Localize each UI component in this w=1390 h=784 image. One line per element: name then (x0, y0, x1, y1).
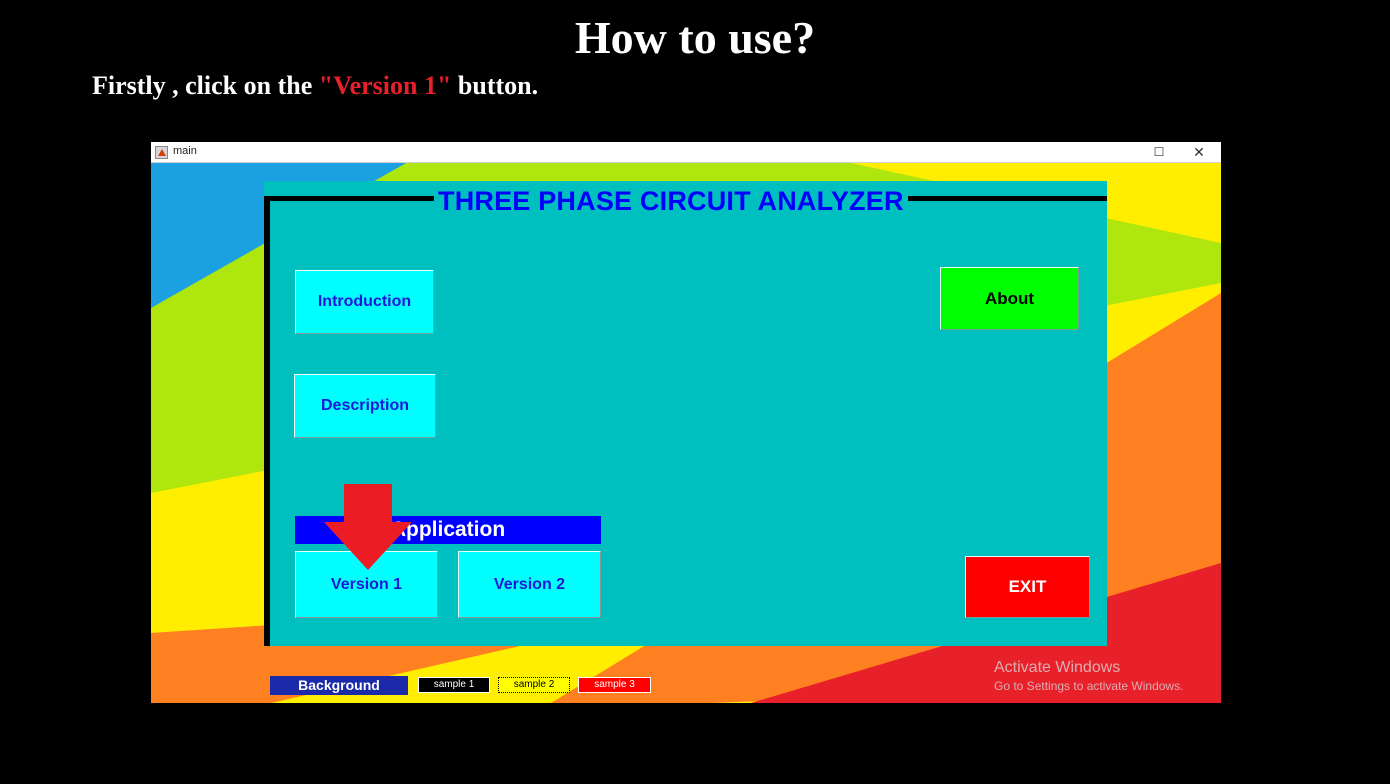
instruction-highlight: "Version 1" (318, 71, 452, 100)
activation-watermark: Activate Windows Go to Settings to activ… (994, 658, 1183, 694)
main-panel: THREE PHASE CIRCUIT ANALYZER Introductio… (264, 181, 1107, 646)
instruction-prefix: Firstly , click on the (92, 71, 319, 100)
version-2-button[interactable]: Version 2 (458, 551, 601, 618)
introduction-button[interactable]: Introduction (295, 270, 434, 334)
description-button[interactable]: Description (294, 374, 436, 438)
instruction-suffix: button. (451, 71, 539, 100)
instruction-text: Firstly , click on the "Version 1" butto… (92, 70, 538, 102)
down-arrow-icon (324, 484, 412, 570)
sample-1-button[interactable]: sample 1 (418, 677, 490, 693)
app-window: main ☐ ✕ THREE PHASE CIRCUIT ANALYZER In… (151, 142, 1221, 703)
about-button[interactable]: About (940, 267, 1079, 330)
app-title: THREE PHASE CIRCUIT ANALYZER (434, 185, 908, 217)
background-label: Background (270, 676, 408, 695)
maximize-icon[interactable]: ☐ (1149, 143, 1169, 161)
close-icon[interactable]: ✕ (1189, 143, 1209, 161)
watermark-line-1: Activate Windows (994, 659, 1121, 676)
panel-border (264, 196, 270, 646)
window-title: main (173, 145, 197, 157)
watermark-line-2: Go to Settings to activate Windows. (994, 679, 1184, 693)
page-heading: How to use? (574, 12, 816, 63)
exit-button[interactable]: EXIT (965, 556, 1090, 618)
window-titlebar[interactable]: main ☐ ✕ (151, 142, 1221, 163)
sample-3-button[interactable]: sample 3 (578, 677, 651, 693)
sample-2-button[interactable]: sample 2 (498, 677, 570, 693)
matlab-icon (155, 146, 168, 159)
